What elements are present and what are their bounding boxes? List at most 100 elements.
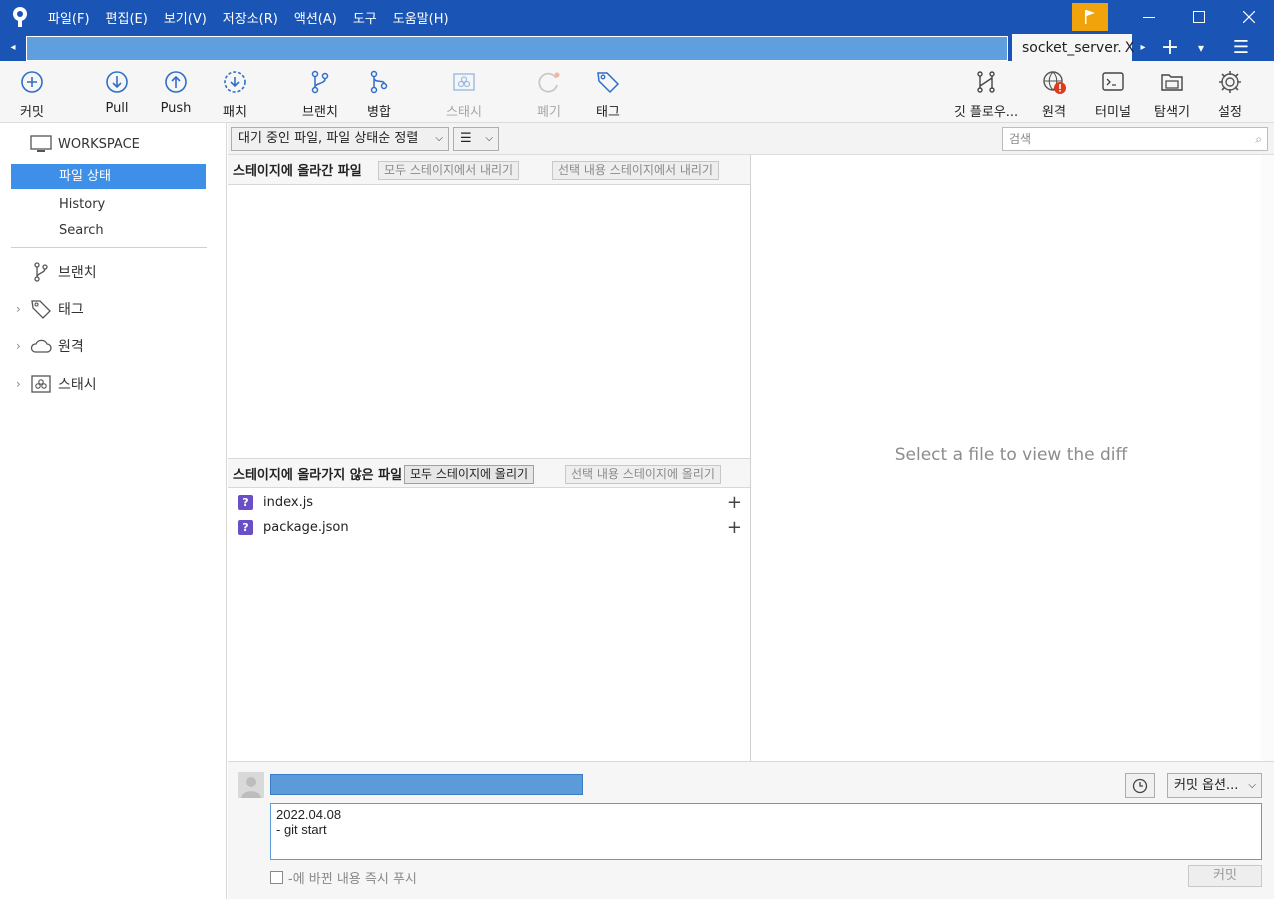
file-row-index-js[interactable]: ? index.js +	[238, 490, 746, 514]
chevron-right-icon[interactable]: ›	[16, 377, 30, 391]
commit-plus-icon	[21, 71, 43, 93]
hamburger-menu-icon[interactable]: ☰	[1216, 34, 1266, 61]
terminal-icon	[1102, 72, 1124, 91]
untracked-question-icon: ?	[238, 494, 253, 510]
diff-placeholder: Select a file to view the diff	[894, 445, 1128, 465]
monitor-icon	[30, 135, 52, 152]
menu-view[interactable]: 보기(V)	[156, 8, 215, 27]
patch-icon	[224, 71, 246, 93]
push-immediately-checkbox[interactable]: -에 바뀐 내용 즉시 푸시	[270, 868, 417, 887]
chevron-down-icon: ⌵	[485, 133, 493, 144]
menu-tools[interactable]: 도구	[345, 8, 385, 27]
file-sort-dropdown[interactable]: 대기 중인 파일, 파일 상태순 정렬 ⌵	[231, 127, 449, 151]
sidebar-group-branches[interactable]: 브랜치	[16, 261, 97, 283]
new-tab-button[interactable]: +	[1154, 34, 1186, 61]
unstage-selected-button[interactable]: 선택 내용 스테이지에서 내리기	[552, 161, 719, 180]
chevron-down-icon: ⌵	[435, 133, 443, 144]
menu-help[interactable]: 도움말(H)	[385, 8, 457, 27]
branch-button[interactable]: 브랜치	[290, 69, 350, 120]
toolbar: 커밋 Pull Push 패치 브랜치 병합 스태시 폐기 태그 깃 플로우..…	[0, 61, 1274, 123]
menu-edit[interactable]: 편집(E)	[98, 8, 156, 27]
patch-button[interactable]: 패치	[205, 69, 265, 120]
maximize-icon	[1193, 11, 1205, 23]
sidebar: WORKSPACE 파일 상태 History Search 브랜치 › 태그 …	[0, 123, 227, 899]
remote-button[interactable]: 원격	[1024, 69, 1084, 120]
commit-history-button[interactable]	[1125, 773, 1155, 798]
stage-all-button[interactable]: 모두 스테이지에 올리기	[404, 465, 535, 484]
pull-button[interactable]: Pull	[87, 69, 147, 116]
discard-button[interactable]: 폐기	[519, 69, 579, 120]
settings-button[interactable]: 설정	[1200, 69, 1260, 120]
stash-icon	[31, 375, 51, 393]
staged-files-list	[228, 186, 750, 458]
sidebar-group-stashes[interactable]: › 스태시	[16, 373, 97, 395]
chevron-right-icon[interactable]: ›	[16, 302, 30, 316]
search-input[interactable]: 검색 ⌕	[1002, 127, 1268, 151]
tab-inactive[interactable]	[26, 35, 1008, 61]
flag-button[interactable]	[1072, 3, 1108, 31]
gear-icon	[1219, 71, 1241, 93]
sidebar-item-history[interactable]: History	[59, 197, 105, 212]
stage-file-plus-icon[interactable]: +	[727, 492, 742, 513]
commit-message-input[interactable]: 2022.04.08 - git start	[270, 803, 1262, 860]
stage-selected-button[interactable]: 선택 내용 스테이지에 올리기	[565, 465, 721, 484]
sidebar-group-remotes[interactable]: › 원격	[16, 335, 84, 357]
clock-icon	[1132, 778, 1148, 793]
minimize-icon	[1143, 17, 1155, 18]
menu-file[interactable]: 파일(F)	[40, 8, 98, 27]
diff-viewer: Select a file to view the diff	[751, 155, 1274, 761]
sidebar-item-file-status[interactable]: 파일 상태	[11, 164, 206, 189]
tab-scroll-right-button[interactable]: ▸	[1132, 34, 1154, 61]
stash-icon	[453, 73, 475, 91]
file-row-package-json[interactable]: ? package.json +	[238, 515, 746, 539]
commit-tool-button[interactable]: 커밋	[2, 69, 62, 120]
checkbox-icon	[270, 871, 283, 884]
tab-list-dropdown[interactable]: ▾	[1186, 34, 1216, 61]
git-flow-button[interactable]: 깃 플로우...	[954, 69, 1018, 120]
terminal-button[interactable]: 터미널	[1083, 69, 1143, 120]
sidebar-group-tags[interactable]: › 태그	[16, 298, 84, 320]
stash-button[interactable]: 스태시	[434, 69, 494, 120]
tab-scroll-left-button[interactable]: ◂	[0, 34, 26, 61]
workspace-header: WORKSPACE	[30, 135, 140, 153]
chevron-right-icon[interactable]: ›	[16, 339, 30, 353]
sidebar-item-search[interactable]: Search	[59, 223, 104, 238]
author-field[interactable]	[270, 774, 583, 795]
chevron-down-icon: ⌵	[1248, 780, 1256, 791]
title-bar: 파일(F) 편집(E) 보기(V) 저장소(R) 액션(A) 도구 도움말(H)	[0, 0, 1274, 34]
unstaged-files-header: 스테이지에 올라가지 않은 파일 모두 스테이지에 올리기 선택 내용 스테이지…	[228, 458, 750, 488]
unstage-all-button[interactable]: 모두 스테이지에서 내리기	[378, 161, 520, 180]
menu-repository[interactable]: 저장소(R)	[215, 8, 286, 27]
commit-options-dropdown[interactable]: 커밋 옵션... ⌵	[1167, 773, 1262, 798]
tag-icon	[31, 300, 51, 319]
pull-arrow-down-icon	[106, 71, 128, 93]
push-button[interactable]: Push	[146, 69, 206, 116]
merge-icon	[370, 70, 388, 94]
close-button[interactable]	[1224, 0, 1274, 34]
menu-actions[interactable]: 액션(A)	[286, 8, 345, 27]
sidebar-divider	[11, 247, 207, 248]
view-mode-dropdown[interactable]: ☰ ⌵	[453, 127, 499, 151]
search-icon: ⌕	[1255, 132, 1262, 146]
close-icon	[1243, 11, 1255, 23]
diff-scrollbar[interactable]	[1261, 155, 1274, 761]
sourcetree-logo-icon	[0, 0, 40, 34]
globe-alert-icon	[1043, 71, 1066, 94]
minimize-button[interactable]	[1124, 0, 1174, 34]
git-flow-icon	[977, 71, 995, 93]
tab-label: socket_server.	[1022, 39, 1122, 56]
commit-panel: 커밋 옵션... ⌵ 2022.04.08 - git start -에 바뀐 …	[228, 761, 1274, 899]
tag-button[interactable]: 태그	[578, 69, 638, 120]
explorer-button[interactable]: 탐색기	[1142, 69, 1202, 120]
stage-file-plus-icon[interactable]: +	[727, 517, 742, 538]
discard-refresh-icon	[538, 72, 560, 93]
cloud-icon	[30, 339, 52, 353]
tab-socket-server[interactable]: socket_server. X	[1012, 34, 1134, 61]
commit-button[interactable]: 커밋	[1188, 865, 1262, 887]
folder-icon	[1161, 74, 1183, 91]
maximize-button[interactable]	[1174, 0, 1224, 34]
list-icon: ☰	[460, 131, 472, 146]
merge-button[interactable]: 병합	[349, 69, 409, 120]
flag-icon	[1085, 10, 1095, 24]
user-avatar-icon	[241, 777, 261, 798]
